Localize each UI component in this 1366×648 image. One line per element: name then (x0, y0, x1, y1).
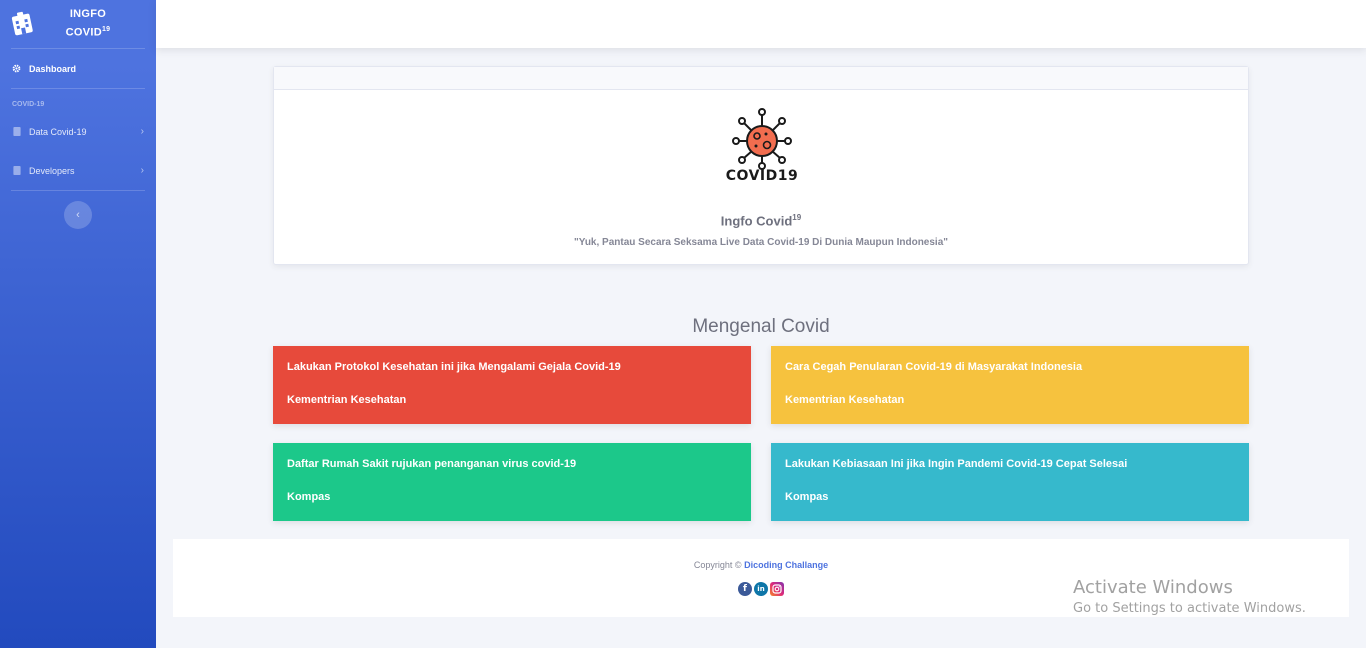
sidebar-item-data-covid[interactable]: Data Covid-19 › (0, 112, 156, 151)
brand-line1: INGFO (69, 8, 107, 21)
brand-sup: 19 (101, 26, 111, 34)
sidebar-item-developers[interactable]: Developers › (0, 151, 156, 190)
info-card[interactable]: Cara Cegah Penularan Covid-19 di Masyara… (771, 346, 1249, 424)
hero-card: COVID19 Ingfo Covid19 "Yuk, Pantau Secar… (273, 66, 1249, 265)
info-card-source: Kompas (287, 491, 331, 503)
sidebar-toggle-button[interactable]: ‹ (64, 201, 92, 229)
section-title: Mengenal Covid (692, 316, 830, 337)
sidebar-item-label: Developers (29, 165, 75, 176)
hero-title-text: Ingfo Covid (720, 213, 793, 229)
copyright-text: Copyright © Dicoding Challange (173, 560, 1349, 570)
topbar (156, 0, 1366, 48)
file-icon (12, 166, 21, 175)
covid-virus-logo: COVID19 (726, 108, 798, 183)
hero-quote: "Yuk, Pantau Secara Seksama Live Data Co… (573, 237, 949, 248)
hero-title-sup: 19 (792, 213, 802, 222)
activate-windows-subtitle: Go to Settings to activate Windows. (1073, 601, 1306, 616)
info-card-title: Lakukan Kebiasaan Ini jika Ingin Pandemi… (785, 458, 1128, 470)
logo-text: COVID19 (726, 168, 798, 183)
gear-icon (12, 64, 21, 73)
linkedin-icon[interactable]: in (754, 582, 768, 596)
info-card-title: Lakukan Protokol Kesehatan ini jika Meng… (287, 361, 621, 373)
hero-title: Ingfo Covid19 (274, 213, 1248, 228)
activate-windows-title: Activate Windows (1073, 577, 1233, 598)
facebook-icon[interactable]: f (738, 582, 752, 596)
hero-card-header (274, 67, 1248, 90)
chevron-left-icon: ‹ (76, 209, 80, 221)
copyright-prefix: Copyright © (693, 560, 742, 570)
sidebar-heading: COVID-19 (12, 101, 45, 108)
info-card-title: Cara Cegah Penularan Covid-19 di Masyara… (785, 361, 1083, 373)
brand-title: INGFO COVID19 (66, 7, 111, 41)
sidebar-item-dashboard[interactable]: Dashboard (0, 49, 156, 88)
brand-line2: COVID (65, 26, 102, 39)
sidebar-brand[interactable]: INGFO COVID19 (0, 0, 156, 48)
info-card-title: Daftar Rumah Sakit rujukan penanganan vi… (287, 458, 577, 470)
chevron-right-icon: › (140, 126, 144, 137)
info-card-source: Kementrian Kesehatan (785, 394, 905, 406)
sidebar-item-label: Dashboard (29, 63, 77, 74)
file-icon (12, 127, 21, 136)
hospital-icon (11, 11, 33, 36)
info-card-source: Kompas (785, 491, 829, 503)
social-links: f in (738, 582, 784, 596)
sidebar-divider (11, 190, 145, 191)
sidebar: INGFO COVID19 Dashboard COVID-19 Data Co… (0, 0, 156, 648)
copyright-link[interactable]: Dicoding Challange (744, 560, 828, 570)
info-card-source: Kementrian Kesehatan (287, 394, 407, 406)
instagram-icon[interactable] (770, 582, 784, 596)
chevron-right-icon: › (140, 165, 144, 176)
sidebar-item-label: Data Covid-19 (29, 126, 87, 137)
info-card[interactable]: Lakukan Protokol Kesehatan ini jika Meng… (273, 346, 751, 424)
info-card[interactable]: Daftar Rumah Sakit rujukan penanganan vi… (273, 443, 751, 521)
info-card[interactable]: Lakukan Kebiasaan Ini jika Ingin Pandemi… (771, 443, 1249, 521)
